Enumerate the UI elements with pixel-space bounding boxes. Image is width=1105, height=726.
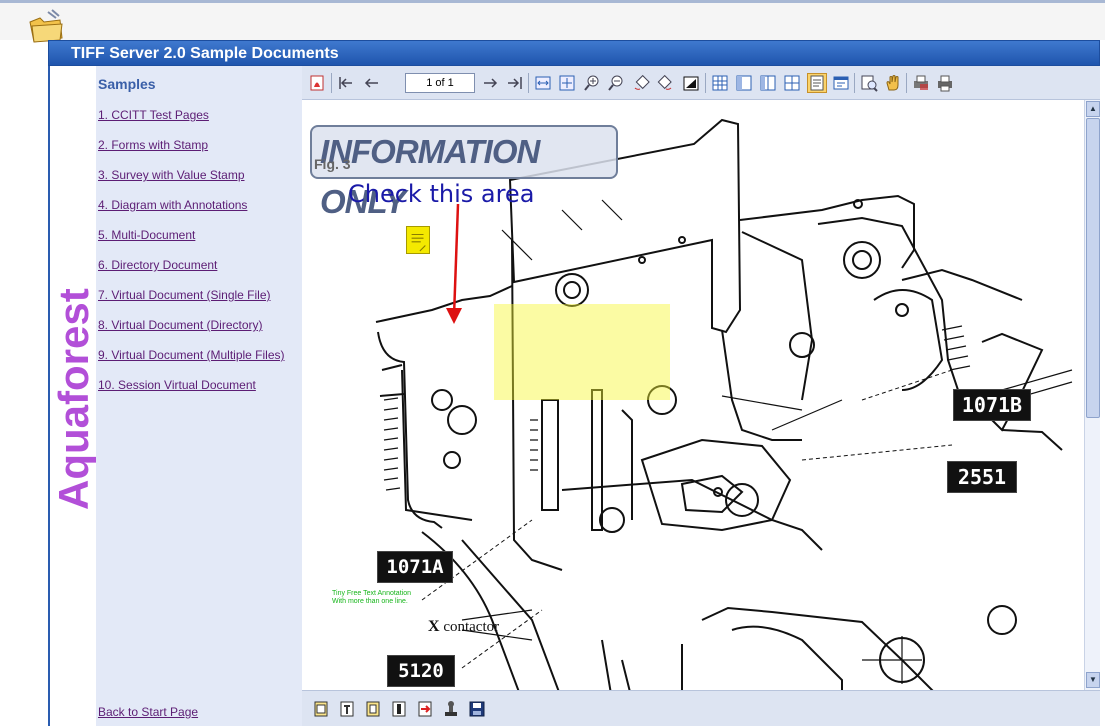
tiny-note-line-2: With more than one line. <box>332 598 408 605</box>
contactor-x: X <box>428 618 440 635</box>
tiny-note-line-1: Tiny Free Text Annotation <box>332 590 411 597</box>
zoom-out-icon[interactable] <box>607 74 625 92</box>
print-preview-icon[interactable] <box>912 74 930 92</box>
two-page-icon[interactable] <box>759 74 777 92</box>
sample-link-virtual-multiple[interactable]: 9. Virtual Document (Multiple Files) <box>98 348 285 362</box>
print-icon[interactable] <box>936 74 954 92</box>
add-text-page-icon[interactable] <box>338 700 356 718</box>
info-icon[interactable] <box>832 74 850 92</box>
rotate-right-icon[interactable] <box>656 74 674 92</box>
invert-icon[interactable] <box>682 74 700 92</box>
zoom-in-icon[interactable] <box>583 74 601 92</box>
list-item: 2. Forms with Stamp <box>98 136 285 166</box>
first-page-icon[interactable] <box>337 74 355 92</box>
check-area-text-annotation[interactable]: Check this area <box>348 180 534 208</box>
single-page-icon[interactable] <box>735 74 753 92</box>
sample-link-survey[interactable]: 3. Survey with Value Stamp <box>98 168 245 182</box>
rotate-left-icon[interactable] <box>632 74 650 92</box>
page-tools-toolbar <box>302 690 1100 726</box>
insert-page-icon[interactable] <box>312 700 330 718</box>
pdf-icon[interactable] <box>308 74 326 92</box>
sticky-note-icon[interactable] <box>406 226 430 254</box>
part-label-2551: 2551 <box>947 461 1017 493</box>
sample-link-diagram[interactable]: 4. Diagram with Annotations <box>98 198 247 212</box>
sample-link-directory[interactable]: 6. Directory Document <box>98 258 217 272</box>
part-label-5120: 5120 <box>387 655 455 687</box>
list-item: 9. Virtual Document (Multiple Files) <box>98 346 285 376</box>
list-item: 5. Multi-Document <box>98 226 285 256</box>
viewer-toolbar: 1 of 1 <box>302 66 1100 100</box>
export-page-icon[interactable] <box>416 700 434 718</box>
contactor-word: contactor <box>443 619 500 635</box>
sample-link-multi-document[interactable]: 5. Multi-Document <box>98 228 195 242</box>
fit-page-icon[interactable] <box>558 74 576 92</box>
list-item: 3. Survey with Value Stamp <box>98 166 285 196</box>
samples-list: 1. CCITT Test Pages 2. Forms with Stamp … <box>98 106 285 406</box>
yellow-highlight-annotation[interactable] <box>494 304 670 400</box>
app-title-bar: TIFF Server 2.0 Sample Documents <box>48 40 1100 66</box>
annotations-icon[interactable] <box>807 73 827 93</box>
scroll-up-icon[interactable]: ▲ <box>1086 101 1100 117</box>
samples-sidebar: Samples 1. CCITT Test Pages 2. Forms wit… <box>96 66 302 726</box>
list-item: 10. Session Virtual Document <box>98 376 285 406</box>
sample-link-ccitt[interactable]: 1. CCITT Test Pages <box>98 108 209 122</box>
vertical-scrollbar[interactable]: ▲ ▼ <box>1084 100 1100 690</box>
scroll-down-icon[interactable]: ▼ <box>1086 672 1100 688</box>
sample-link-virtual-single[interactable]: 7. Virtual Document (Single File) <box>98 288 271 302</box>
part-label-1071b: 1071B <box>953 389 1031 421</box>
tiny-free-text-annotation[interactable]: Tiny Free Text Annotation With more than… <box>332 590 411 606</box>
previous-page-icon[interactable] <box>362 74 380 92</box>
pan-hand-icon[interactable] <box>884 74 902 92</box>
list-item: 4. Diagram with Annotations <box>98 196 285 226</box>
sample-link-virtual-directory[interactable]: 8. Virtual Document (Directory) <box>98 318 263 332</box>
last-page-icon[interactable] <box>506 74 524 92</box>
toolbar-separator <box>331 73 332 93</box>
toolbar-separator <box>528 73 529 93</box>
list-item: 6. Directory Document <box>98 256 285 286</box>
delete-page-icon[interactable] <box>390 700 408 718</box>
copy-page-icon[interactable] <box>364 700 382 718</box>
aquaforest-logo: Aquaforest <box>50 66 97 726</box>
stamp-icon[interactable] <box>442 700 460 718</box>
next-page-icon[interactable] <box>482 74 500 92</box>
figure-label: Fig. 3 <box>314 156 351 172</box>
sample-link-session-virtual[interactable]: 10. Session Virtual Document <box>98 378 256 392</box>
thumbnails-icon[interactable] <box>711 74 729 92</box>
scrollbar-thumb[interactable] <box>1086 118 1100 418</box>
x-contactor-label: X contactor <box>428 618 499 636</box>
toolbar-separator <box>906 73 907 93</box>
back-to-start-link[interactable]: Back to Start Page <box>98 705 198 719</box>
part-label-1071a: 1071A <box>377 551 453 583</box>
page-indicator-input[interactable]: 1 of 1 <box>405 73 475 93</box>
save-icon[interactable] <box>468 700 486 718</box>
sample-link-forms[interactable]: 2. Forms with Stamp <box>98 138 208 152</box>
window-top-strip <box>0 0 1105 40</box>
fit-width-icon[interactable] <box>534 74 552 92</box>
magnifier-icon[interactable] <box>860 74 878 92</box>
list-item: 7. Virtual Document (Single File) <box>98 286 285 316</box>
list-item: 1. CCITT Test Pages <box>98 106 285 136</box>
toolbar-separator <box>705 73 706 93</box>
continuous-icon[interactable] <box>783 74 801 92</box>
main-frame: Aquaforest Samples 1. CCITT Test Pages 2… <box>48 66 1100 726</box>
list-item: 8. Virtual Document (Directory) <box>98 316 285 346</box>
information-only-stamp: INFORMATION ONLY <box>310 125 618 220</box>
document-viewer[interactable]: INFORMATION ONLY Fig. 3 Check this area … <box>302 100 1084 690</box>
toolbar-separator <box>854 73 855 93</box>
sidebar-title: Samples <box>98 76 156 92</box>
brand-logo-text: Aquaforest <box>52 288 96 510</box>
